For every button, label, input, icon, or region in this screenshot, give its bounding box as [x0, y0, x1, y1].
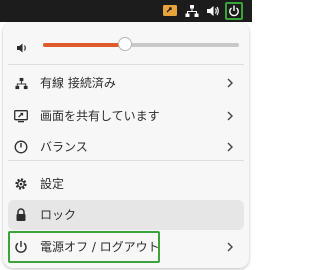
menu-item-label: 有線 接続済み — [40, 76, 116, 90]
menu-item-power-profile[interactable]: バランス — [8, 133, 244, 161]
lock-icon — [14, 208, 28, 222]
chevron-right-icon — [226, 141, 234, 153]
menu-item-label: 画面を共有しています — [40, 109, 160, 123]
menu-item-label: バランス — [40, 140, 88, 154]
volume-slider-row — [3, 32, 249, 58]
chevron-right-icon — [226, 110, 234, 122]
power-profile-icon — [14, 140, 28, 154]
network-wired-icon — [14, 76, 28, 90]
chevron-right-icon — [226, 77, 234, 89]
menu-item-wired-network[interactable]: 有線 接続済み — [8, 69, 244, 97]
menu-item-settings[interactable]: 設定 — [8, 170, 244, 198]
volume-icon[interactable] — [206, 3, 220, 19]
menu-item-lock[interactable]: ロック — [8, 200, 244, 230]
power-icon[interactable] — [225, 2, 243, 20]
separator — [8, 160, 244, 161]
menu-item-power-off-logout[interactable]: 電源オフ / ログアウト — [6, 231, 246, 263]
system-menu: 有線 接続済み 画面を共有しています バランス 設定 ロック 電源オフ / ログ… — [3, 22, 249, 268]
menu-item-label: ロック — [40, 208, 77, 222]
volume-slider[interactable] — [43, 37, 239, 51]
menu-item-label: 電源オフ / ログアウト — [40, 240, 160, 254]
menu-item-screen-share[interactable]: 画面を共有しています — [8, 102, 244, 130]
volume-slider-thumb[interactable] — [118, 37, 133, 51]
network-wired-icon[interactable] — [184, 3, 200, 19]
screen-share-icon[interactable] — [162, 3, 178, 19]
gear-icon — [14, 177, 28, 191]
separator — [8, 64, 244, 65]
menu-item-label: 設定 — [40, 177, 65, 191]
volume-slider-fill — [43, 43, 126, 47]
volume-icon — [16, 39, 30, 53]
screen-share-icon — [14, 109, 28, 123]
top-bar — [0, 0, 252, 22]
power-icon — [14, 240, 28, 254]
chevron-right-icon — [226, 241, 234, 253]
